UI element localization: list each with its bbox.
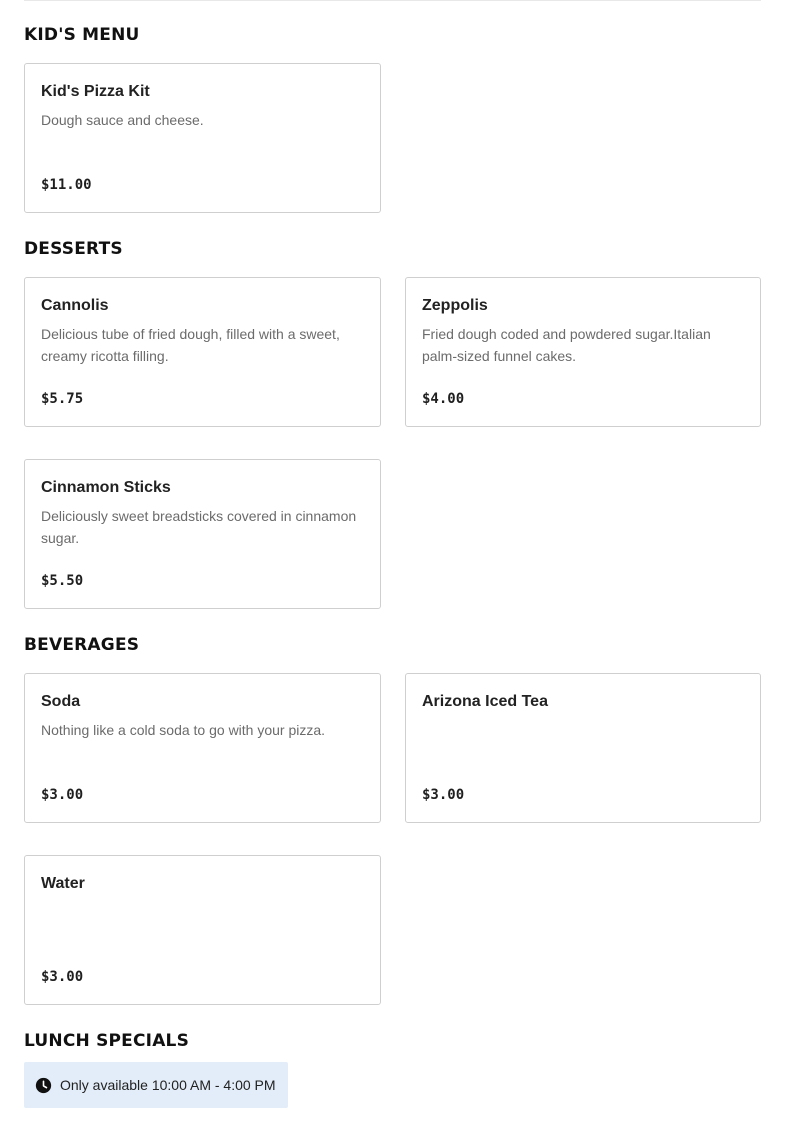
menu-grid: Cannolis Delicious tube of fried dough, …: [24, 277, 761, 609]
availability-badge: Only available 10:00 AM - 4:00 PM: [24, 1062, 288, 1108]
menu-item-card[interactable]: Cinnamon Sticks Deliciously sweet breads…: [24, 459, 381, 609]
item-price: $3.00: [41, 969, 84, 985]
item-name: Soda: [41, 693, 81, 710]
clock-icon: [35, 1077, 52, 1093]
section-kids-menu: KID'S MENU Kid's Pizza Kit Dough sauce a…: [24, 24, 761, 213]
section-title: BEVERAGES: [24, 635, 140, 655]
top-divider: [24, 0, 761, 1]
item-price: $4.00: [422, 391, 465, 407]
menu-item-card[interactable]: Kid's Pizza Kit Dough sauce and cheese. …: [24, 63, 381, 213]
item-description: Delicious tube of fried dough, filled wi…: [41, 326, 340, 364]
item-price: $5.50: [41, 573, 84, 589]
menu-grid: Kid's Pizza Kit Dough sauce and cheese. …: [24, 63, 761, 213]
section-beverages: BEVERAGES Soda Nothing like a cold soda …: [24, 634, 761, 1005]
section-lunch-specials: LUNCH SPECIALS Only available 10:00 AM -…: [24, 1030, 761, 1108]
item-price: $3.00: [422, 787, 465, 803]
section-desserts: DESSERTS Cannolis Delicious tube of frie…: [24, 238, 761, 609]
item-name: Cannolis: [41, 297, 109, 314]
menu-item-card[interactable]: Zeppolis Fried dough coded and powdered …: [405, 277, 761, 427]
item-price: $11.00: [41, 177, 92, 193]
item-name: Water: [41, 875, 85, 892]
item-description: Nothing like a cold soda to go with your…: [41, 722, 326, 738]
availability-text: Only available 10:00 AM - 4:00 PM: [60, 1077, 276, 1093]
item-price: $3.00: [41, 787, 84, 803]
item-description: Dough sauce and cheese.: [41, 112, 204, 128]
item-price: $5.75: [41, 391, 84, 407]
menu-item-card[interactable]: Soda Nothing like a cold soda to go with…: [24, 673, 381, 823]
item-description: Fried dough coded and powdered sugar.Ita…: [422, 326, 711, 364]
section-title: LUNCH SPECIALS: [24, 1031, 190, 1051]
item-name: Arizona Iced Tea: [422, 693, 548, 710]
menu-item-card[interactable]: Arizona Iced Tea $3.00: [405, 673, 761, 823]
section-title: KID'S MENU: [24, 25, 140, 45]
item-description: Deliciously sweet breadsticks covered in…: [41, 508, 357, 546]
menu-item-card[interactable]: Water $3.00: [24, 855, 381, 1005]
menu-item-card[interactable]: Cannolis Delicious tube of fried dough, …: [24, 277, 381, 427]
item-name: Zeppolis: [422, 297, 488, 314]
menu-grid: Soda Nothing like a cold soda to go with…: [24, 673, 761, 1005]
section-title: DESSERTS: [24, 239, 123, 259]
item-name: Cinnamon Sticks: [41, 479, 171, 496]
item-name: Kid's Pizza Kit: [41, 83, 150, 100]
